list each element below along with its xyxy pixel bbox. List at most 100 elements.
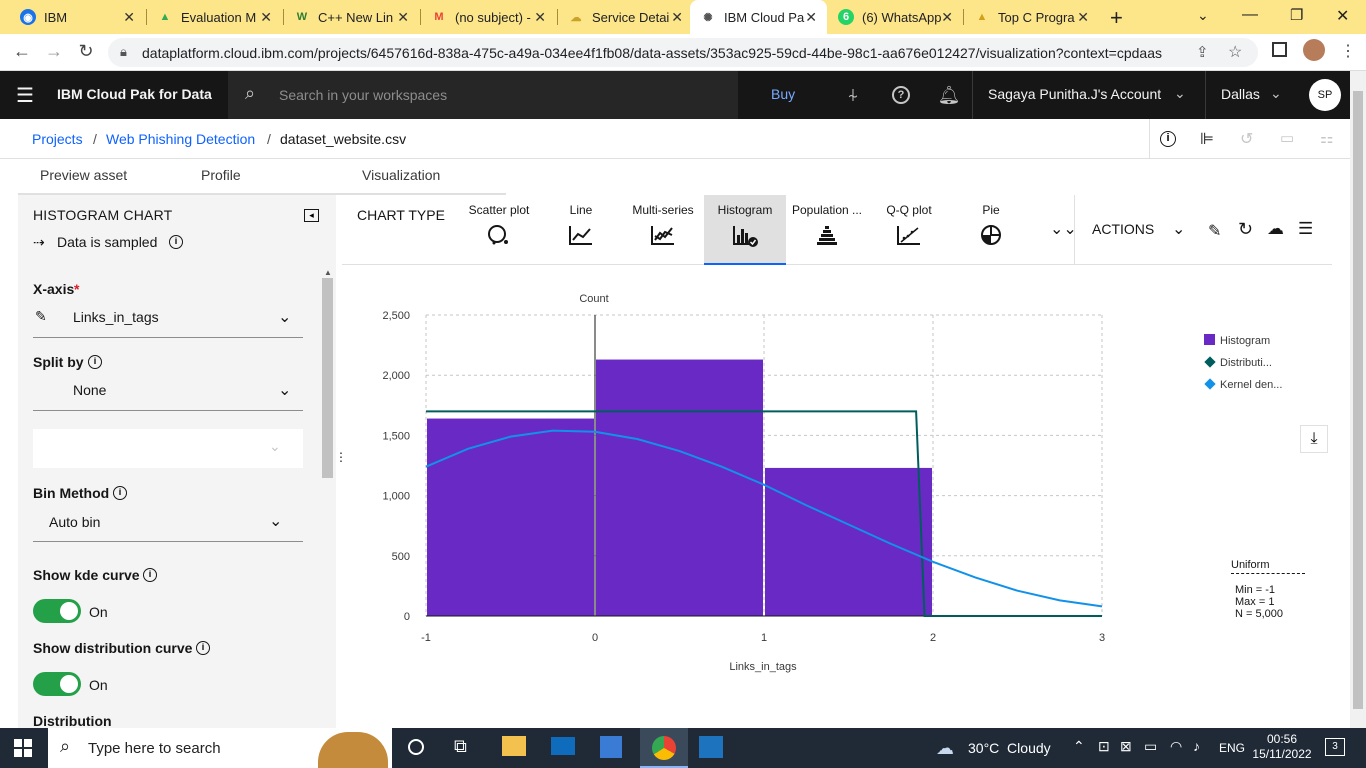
chart-type-population[interactable]: Population ... (786, 195, 868, 265)
xaxis-dropdown[interactable]: ✎ Links_in_tags ⌄ (33, 305, 303, 338)
chrome-taskbar-button[interactable] (640, 728, 688, 768)
actions-menu[interactable]: ACTIONS (1092, 221, 1154, 237)
download-icon[interactable]: ⤓ (1300, 425, 1328, 453)
close-icon[interactable]: ✕ (397, 9, 409, 26)
bin-method-dropdown[interactable]: Auto bin ⌄ (33, 508, 303, 542)
restore-icon[interactable]: ❐ (1290, 6, 1303, 24)
secondary-dropdown[interactable]: ⌄ (33, 429, 303, 468)
share-icon[interactable]: ⇪ (1196, 43, 1209, 61)
browser-tab[interactable]: W C++ New Lin ✕ (284, 0, 419, 34)
forward-icon[interactable]: → (43, 41, 65, 62)
chart-type-qq-plot[interactable]: Q-Q plot (868, 195, 950, 265)
info-icon[interactable]: i (196, 641, 210, 655)
browser-tab[interactable]: ☁ Service Detai ✕ (558, 0, 693, 34)
volume-icon[interactable]: ♪ (1193, 738, 1200, 754)
more-chart-types-icon[interactable]: ⌄⌄ (1050, 219, 1077, 239)
language-indicator[interactable]: ENG (1219, 741, 1245, 755)
info-icon[interactable]: i (1160, 131, 1176, 147)
browser-tab[interactable]: M (no subject) - ✕ (421, 0, 556, 34)
minimize-icon[interactable]: — (1242, 6, 1258, 24)
close-icon[interactable]: ✕ (260, 9, 272, 26)
region-switcher[interactable]: Dallas (1221, 86, 1260, 102)
browser-tab[interactable]: ▲ Top C Progra ✕ (964, 0, 1099, 34)
browser-tab[interactable]: ◉ IBM ✕ (10, 0, 145, 34)
notification-bell-icon[interactable]: 🔔︎ (936, 71, 962, 119)
cortana-icon[interactable] (408, 739, 424, 755)
chart-type-line[interactable]: Line (540, 195, 622, 265)
split-by-dropdown[interactable]: None ⌄ (33, 378, 303, 411)
close-icon[interactable]: ✕ (805, 9, 817, 26)
tab-visualization[interactable]: Visualization (362, 167, 440, 183)
chart-type-pie[interactable]: Pie (950, 195, 1032, 265)
info-icon[interactable]: i (113, 486, 127, 500)
photos-icon[interactable] (699, 736, 723, 758)
legend-swatch (1204, 356, 1216, 368)
info-icon[interactable]: i (143, 568, 157, 582)
new-tab-icon[interactable]: + (1110, 5, 1123, 31)
info-icon[interactable]: i (88, 355, 102, 369)
file-explorer-icon[interactable] (502, 736, 526, 756)
chevron-down-icon[interactable]: ⌄ (1270, 85, 1282, 102)
kde-toggle[interactable] (33, 599, 81, 623)
wifi-icon[interactable]: ◠ (1170, 738, 1182, 755)
page-scrollbar[interactable] (1350, 71, 1366, 728)
browser-tab[interactable]: ▲ Evaluation M ✕ (147, 0, 282, 34)
collapse-panel-icon[interactable]: ◂ (304, 209, 319, 222)
buy-button[interactable]: Buy (771, 86, 795, 102)
breadcrumb-project[interactable]: Web Phishing Detection (106, 131, 255, 147)
avatar[interactable]: SP (1309, 79, 1341, 111)
close-icon[interactable]: ✕ (671, 9, 683, 26)
chevron-down-icon[interactable]: ⌄ (1174, 85, 1186, 102)
browser-tab-active[interactable]: ✺ IBM Cloud Pa ✕ (690, 0, 827, 34)
asset-details-icon[interactable]: ⊫ (1200, 129, 1214, 149)
notification-center-icon[interactable]: 3 (1325, 738, 1345, 756)
task-view-icon[interactable]: ⧉ (454, 736, 467, 757)
back-icon[interactable]: ← (11, 41, 33, 62)
taskbar-search-input[interactable]: ⌕ Type here to search (48, 728, 392, 768)
tab-search-chevron-icon[interactable]: ⌄ (1197, 7, 1209, 24)
edit-chart-icon[interactable]: ✎ (1208, 221, 1221, 241)
tab-profile[interactable]: Profile (201, 167, 241, 183)
reload-icon[interactable]: ↻ (75, 41, 97, 62)
apps-icon[interactable]: ⚏ (1320, 129, 1333, 147)
weather-text[interactable]: 30°C Cloudy (968, 740, 1051, 756)
account-switcher[interactable]: Sagaya Punitha.J's Account (988, 86, 1161, 102)
profile-avatar[interactable] (1303, 39, 1325, 61)
panel-scrollbar[interactable]: ▲ (320, 268, 334, 728)
comment-icon[interactable]: ▭ (1280, 129, 1294, 147)
chart-type-scatter[interactable]: Scatter plot (458, 195, 540, 265)
info-icon[interactable]: i (169, 235, 183, 249)
mail-icon[interactable] (551, 737, 575, 755)
windows-start-icon[interactable] (14, 739, 32, 757)
close-icon[interactable]: ✕ (941, 9, 953, 26)
clock[interactable]: 00:56 15/11/2022 (1252, 732, 1312, 762)
tab-preview-asset[interactable]: Preview asset (40, 167, 127, 183)
window-close-icon[interactable]: ✕ (1336, 6, 1349, 26)
sidebar-icon[interactable] (1272, 42, 1287, 57)
store-icon[interactable] (600, 736, 622, 758)
url-bar[interactable]: 🔒︎ dataplatform.cloud.ibm.com/projects/6… (108, 38, 1258, 67)
refresh-icon[interactable]: ↻ (1238, 219, 1253, 240)
bookmark-star-icon[interactable]: ☆ (1228, 42, 1242, 62)
history-icon[interactable]: ↺ (1240, 129, 1253, 149)
tray-chevron-icon[interactable]: ⌃ (1073, 738, 1085, 755)
hamburger-menu-icon[interactable]: ☰ (12, 71, 38, 119)
browser-tab[interactable]: 6 (6) WhatsApp ✕ (828, 0, 963, 34)
help-icon[interactable]: ? (888, 71, 914, 119)
chart-type-multi-series[interactable]: Multi-series (622, 195, 704, 265)
browser-menu-icon[interactable]: ⋮ (1340, 41, 1356, 61)
chart-type-histogram[interactable]: Histogram (704, 195, 786, 265)
battery-icon[interactable]: ▭ (1144, 738, 1157, 755)
tray-app-icon[interactable]: ⊠ (1120, 738, 1132, 755)
close-icon[interactable]: ✕ (123, 9, 135, 26)
close-icon[interactable]: ✕ (534, 9, 546, 26)
upload-cloud-icon[interactable]: ☁ (1267, 219, 1284, 239)
distribution-curve-toggle[interactable] (33, 672, 81, 696)
breadcrumb-projects[interactable]: Projects (32, 131, 83, 147)
tray-device-icon[interactable]: ⊡ (1098, 738, 1110, 755)
close-icon[interactable]: ✕ (1077, 9, 1089, 26)
chevron-down-icon[interactable]: ⌄ (1172, 219, 1185, 239)
search-input[interactable]: ⌕ Search in your workspaces (228, 71, 738, 119)
details-list-icon[interactable]: ☰ (1298, 219, 1313, 239)
signpost-icon[interactable]: ⍭ (840, 71, 866, 119)
